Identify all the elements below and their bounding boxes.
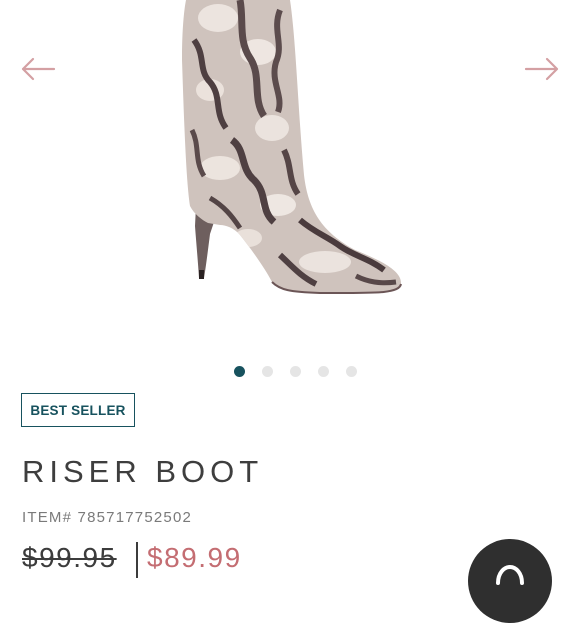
- carousel-dot-5[interactable]: [346, 366, 357, 377]
- chat-button[interactable]: [468, 539, 552, 623]
- carousel-dot-1[interactable]: [234, 366, 245, 377]
- product-title: RISER BOOT: [22, 454, 264, 489]
- product-image: [182, 0, 402, 295]
- carousel-dot-2[interactable]: [262, 366, 273, 377]
- arrow-left-icon: [21, 57, 56, 81]
- best-seller-badge: BEST SELLER: [21, 393, 135, 427]
- best-seller-badge-label: BEST SELLER: [30, 402, 126, 418]
- sale-price: $89.99: [147, 542, 242, 573]
- price-divider: [136, 542, 138, 578]
- carousel-next-button[interactable]: [524, 56, 560, 82]
- carousel-prev-button[interactable]: [20, 56, 56, 82]
- original-price: $99.95: [22, 542, 117, 573]
- carousel-pagination: [0, 366, 580, 378]
- carousel-dot-4[interactable]: [318, 366, 329, 377]
- chat-bubble-icon: [496, 564, 524, 585]
- product-image-carousel[interactable]: [0, 0, 580, 390]
- carousel-dot-3[interactable]: [290, 366, 301, 377]
- item-number: ITEM# 785717752502: [22, 509, 193, 526]
- arrow-right-icon: [524, 57, 559, 81]
